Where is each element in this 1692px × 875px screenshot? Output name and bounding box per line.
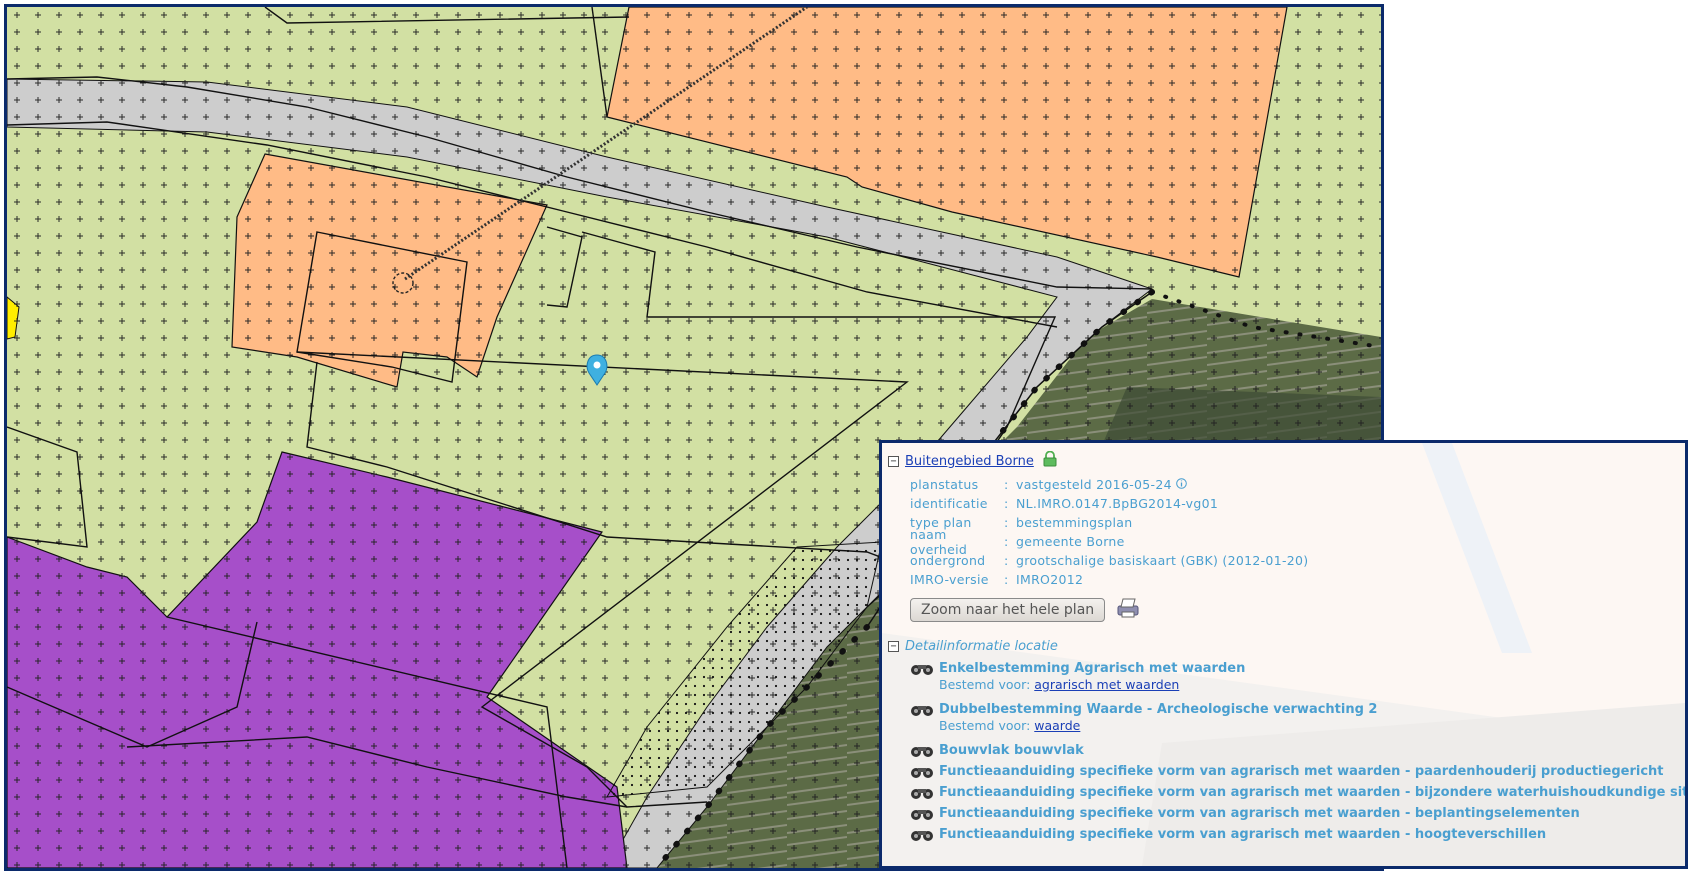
prop-ondergrond: ondergrond : grootschalige basiskaart (G… [910, 553, 1309, 568]
prop-naam-overheid: naam overheid : gemeente Borne [910, 526, 1125, 557]
info-icon[interactable] [1176, 477, 1187, 492]
binoculars-icon [911, 809, 933, 820]
lock-icon [1042, 450, 1058, 471]
binoculars-icon [911, 746, 933, 757]
plan-title-link[interactable]: Buitengebied Borne [905, 454, 1034, 469]
plan-properties: planstatus : vastgesteld 2016-05-24 iden… [910, 475, 1679, 589]
detail-title: Detailinformatie locatie [905, 639, 1058, 654]
list-item[interactable]: Bouwvlak bouwvlak [910, 740, 1679, 761]
list-item[interactable]: Enkelbestemming Agrarisch met waarden [910, 658, 1679, 679]
list-item[interactable]: Dubbelbestemming Waarde - Archeologische… [910, 699, 1679, 720]
list-item[interactable]: Functieaanduiding specifieke vorm van ag… [910, 782, 1685, 803]
detail-item-label[interactable]: Bouwvlak bouwvlak [939, 743, 1084, 758]
bestemd-voor-link[interactable]: waarde [1034, 718, 1080, 733]
prop-planstatus: planstatus : vastgesteld 2016-05-24 [910, 475, 1679, 494]
list-item[interactable]: Functieaanduiding specifieke vorm van ag… [910, 761, 1679, 782]
list-item[interactable]: Functieaanduiding specifieke vorm van ag… [910, 803, 1679, 824]
printer-icon[interactable] [1115, 597, 1141, 623]
detail-item-label[interactable]: Dubbelbestemming Waarde - Archeologische… [939, 702, 1377, 717]
binoculars-icon [911, 830, 933, 841]
bestemd-voor-row: Bestemd voor: waarde [939, 718, 1081, 733]
binoculars-icon [911, 788, 933, 799]
binoculars-icon [911, 767, 933, 778]
list-item[interactable]: Functieaanduiding specifieke vorm van ag… [910, 824, 1679, 845]
prop-identificatie: identificatie : NL.IMRO.0147.BpBG2014-vg… [910, 496, 1219, 511]
binoculars-icon [911, 705, 933, 716]
collapse-detail-toggle[interactable]: − [888, 641, 899, 652]
bestemd-voor-row: Bestemd voor: agrarisch met waarden [939, 677, 1180, 692]
binoculars-icon [911, 664, 933, 675]
detail-item-label[interactable]: Functieaanduiding specifieke vorm van ag… [939, 806, 1580, 821]
detail-item-label[interactable]: Enkelbestemming Agrarisch met waarden [939, 661, 1245, 676]
detail-list: Enkelbestemming Agrarisch met waarden Be… [910, 658, 1685, 845]
prop-type-plan: type plan : bestemmingsplan [910, 515, 1133, 530]
detail-item-label[interactable]: Functieaanduiding specifieke vorm van ag… [939, 827, 1546, 842]
zoom-to-plan-button[interactable]: Zoom naar het hele plan [910, 598, 1106, 622]
detail-item-label[interactable]: Functieaanduiding specifieke vorm van ag… [939, 764, 1664, 779]
collapse-plan-toggle[interactable]: − [888, 455, 899, 467]
detail-item-label[interactable]: Functieaanduiding specifieke vorm van ag… [939, 785, 1685, 800]
plan-info-panel: − Buitengebied Borne planstatus : vastge… [879, 440, 1688, 869]
bestemd-voor-link[interactable]: agrarisch met waarden [1034, 677, 1179, 692]
prop-imro-versie: IMRO-versie : IMRO2012 [910, 572, 1084, 587]
